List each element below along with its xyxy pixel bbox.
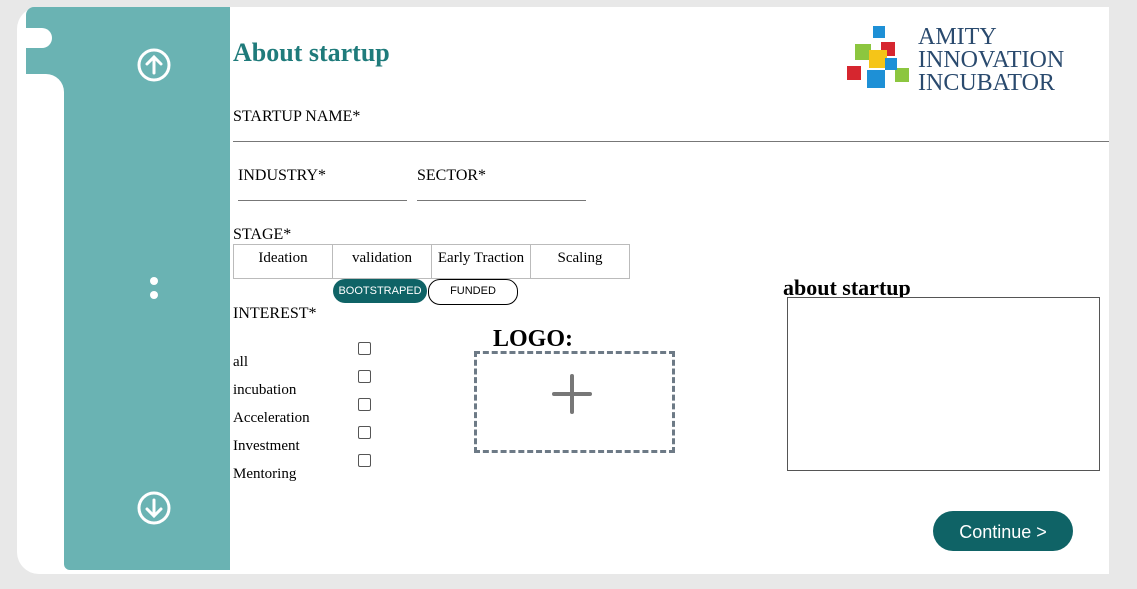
more-icon[interactable] (150, 277, 158, 305)
funded-toggle[interactable]: FUNDED (428, 279, 518, 305)
plus-icon[interactable] (550, 372, 594, 416)
tab-notch (26, 28, 52, 48)
brand-line-1: AMITY (918, 24, 997, 50)
interest-label: INTEREST* (233, 305, 317, 322)
brand-cubes-icon (847, 26, 909, 88)
interest-checkbox[interactable] (358, 398, 371, 411)
scroll-down-icon[interactable] (136, 490, 172, 526)
industry-label: INDUSTRY* (238, 167, 327, 184)
interest-option-label: Acceleration (233, 410, 310, 426)
sidebar (64, 7, 230, 570)
industry-field[interactable] (238, 200, 407, 201)
startup-name-field[interactable] (233, 141, 1109, 142)
bootstraped-toggle[interactable]: BOOTSTRAPED (333, 279, 427, 303)
interest-checkbox[interactable] (358, 342, 371, 355)
stage-selector: Ideation validation Early Traction Scali… (233, 244, 630, 279)
startup-name-label: STARTUP NAME* (233, 108, 361, 125)
tab-notch-lower (26, 74, 64, 194)
scroll-up-icon[interactable] (136, 47, 172, 83)
sector-field[interactable] (417, 200, 586, 201)
brand-name: AMITY INNOVATION INCUBATOR (918, 24, 1065, 96)
about-startup-textarea[interactable] (787, 297, 1100, 471)
interest-option-label: Mentoring (233, 466, 297, 482)
stage-option[interactable]: Scaling (530, 244, 630, 279)
stage-option[interactable]: Ideation (233, 244, 333, 279)
stage-option[interactable]: validation (332, 244, 432, 279)
stage-label: STAGE* (233, 226, 292, 243)
sector-label: SECTOR* (417, 167, 487, 184)
interest-option-label: all (233, 354, 248, 370)
brand-line-2: INNOVATION (918, 47, 1065, 73)
continue-button[interactable]: Continue > (933, 511, 1073, 551)
interest-option-label: Investment (233, 438, 300, 454)
interest-option-label: incubation (233, 382, 297, 398)
stage-option[interactable]: Early Traction (431, 244, 531, 279)
logo-label: LOGO: (493, 326, 574, 352)
interest-checkbox[interactable] (358, 454, 371, 467)
interest-checkbox[interactable] (358, 426, 371, 439)
interest-checkbox[interactable] (358, 370, 371, 383)
page-title: About startup (233, 38, 390, 67)
brand-line-3: INCUBATOR (918, 70, 1055, 96)
